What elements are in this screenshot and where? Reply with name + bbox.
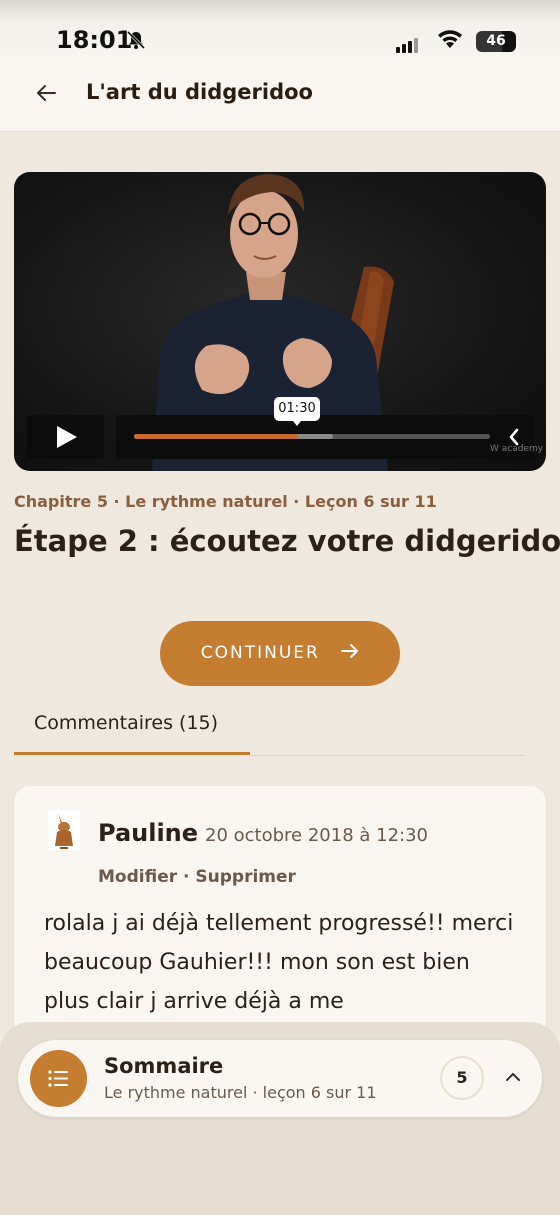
lesson-title: Étape 2 : écoutez votre didgeridoo [14,524,560,558]
arrow-right-icon [341,644,359,658]
page-title: L'art du didgeridoo [86,80,313,104]
status-time: 18:01 [56,26,133,54]
comment-author[interactable]: Pauline [98,819,198,847]
continue-button[interactable]: CONTINUER [160,621,400,686]
video-seek-bar[interactable] [116,415,534,459]
comment-date: 20 octobre 2018 à 12:30 [205,825,428,846]
signal-icon [396,34,420,53]
kangaroo-avatar-icon [48,810,80,850]
summary-title: Sommaire [104,1054,224,1078]
seek-progress [134,434,298,439]
video-time-tooltip: 01:30 [274,397,320,426]
status-bar: 18:01 46 [0,0,560,54]
tab-comments[interactable]: Commentaires (15) [34,712,218,734]
arrow-left-icon[interactable] [34,81,58,105]
video-player[interactable]: 01:30 W academy [14,172,546,471]
list-icon [48,1070,68,1087]
wifi-icon [438,30,462,48]
play-button[interactable] [26,415,104,459]
lesson-breadcrumb: Chapitre 5 · Le rythme naturel · Leçon 6… [14,492,437,511]
tab-active-indicator [14,752,250,755]
summary-icon-button[interactable] [30,1050,87,1107]
chevron-up-icon[interactable] [504,1070,522,1084]
app-header: L'art du didgeridoo [0,54,560,132]
comment-actions[interactable]: Modifier · Supprimer [98,867,296,887]
bell-muted-icon [126,30,146,50]
battery-icon: 46 [476,31,516,52]
summary-subtitle: Le rythme naturel · leçon 6 sur 11 [104,1083,377,1102]
comment-text: rolala j ai déjà tellement progressé!! m… [44,911,514,1014]
video-watermark: W academy [490,444,544,454]
summary-bar[interactable]: Sommaire Le rythme naturel · leçon 6 sur… [18,1040,542,1117]
tab-divider [250,755,524,756]
summary-count-badge: 5 [440,1056,484,1100]
continue-label: CONTINUER [200,643,320,663]
seek-track[interactable] [134,434,490,439]
